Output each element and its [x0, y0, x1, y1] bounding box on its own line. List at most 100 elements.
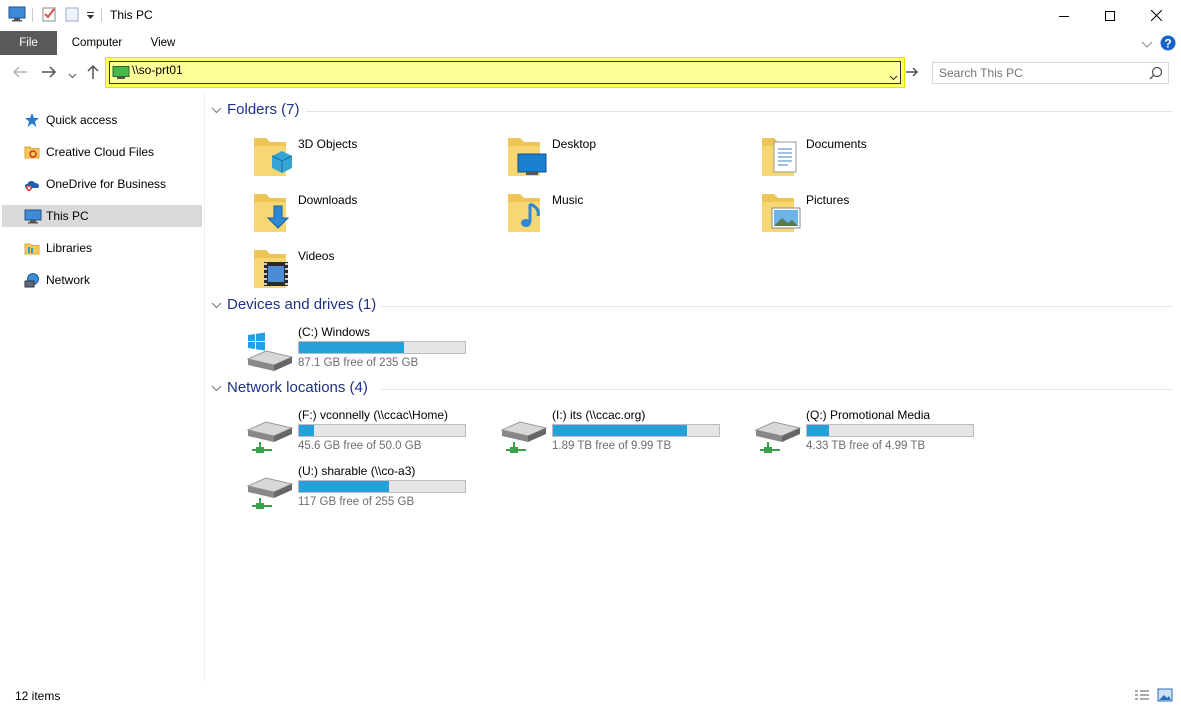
back-arrow-icon[interactable]: [12, 65, 28, 82]
group-divider: [381, 389, 1173, 390]
folder-label: Music: [552, 193, 584, 207]
drive-usage-bar: [552, 424, 720, 437]
drive-usage-bar: [298, 424, 466, 437]
folder-item-documents[interactable]: Documents: [760, 134, 1000, 184]
videos-folder-icon: [252, 246, 296, 294]
drive-label: (F:) vconnelly (\\ccac\Home): [298, 408, 449, 422]
tab-file[interactable]: File: [0, 31, 57, 55]
expand-ribbon-icon[interactable]: [1141, 38, 1153, 52]
documents-folder-icon: [760, 134, 804, 182]
drive-usage-bar: [298, 480, 466, 493]
drive-free-space: 87.1 GB free of 235 GB: [298, 357, 419, 369]
chevron-down-icon[interactable]: [211, 104, 222, 118]
group-title: Folders (7): [227, 101, 300, 118]
sidebar-item-label: This PC: [46, 209, 89, 223]
close-button[interactable]: [1133, 0, 1179, 31]
tab-computer[interactable]: Computer: [64, 31, 130, 55]
drive-free-space: 4.33 TB free of 4.99 TB: [806, 440, 926, 452]
network-drive-item-q[interactable]: (Q:) Promotional Media 4.33 TB free of 4…: [754, 408, 994, 458]
drive-usage-bar: [806, 424, 974, 437]
search-input[interactable]: [939, 65, 1139, 81]
folder-item-3d-objects[interactable]: 3D Objects: [252, 134, 492, 184]
address-dropdown-chevron-icon[interactable]: [889, 70, 898, 84]
search-icon[interactable]: [1149, 66, 1163, 83]
divider: [32, 8, 33, 22]
folder-label: Videos: [298, 249, 335, 263]
onedrive-icon: [24, 176, 40, 192]
drive-free-space: 45.6 GB free of 50.0 GB: [298, 440, 422, 452]
network-drive-icon: [754, 414, 802, 454]
folder-item-desktop[interactable]: Desktop: [506, 134, 746, 184]
folder-label: Desktop: [552, 137, 597, 151]
address-input[interactable]: \\so-prt01: [132, 63, 183, 77]
divider: [101, 8, 102, 22]
chevron-down-icon[interactable]: [211, 299, 222, 313]
window-title: This PC: [110, 8, 153, 22]
group-divider: [306, 111, 1173, 112]
title-bar: This PC: [0, 0, 1181, 31]
customize-quick-access-icon[interactable]: [86, 10, 95, 24]
drive-label: (U:) sharable (\\co-a3): [298, 464, 416, 478]
folder-label: Pictures: [806, 193, 850, 207]
network-drive-item-f[interactable]: (F:) vconnelly (\\ccac\Home) 45.6 GB fre…: [246, 408, 486, 458]
minimize-button[interactable]: [1041, 0, 1087, 31]
sidebar-item-libraries[interactable]: Libraries: [2, 237, 202, 259]
up-arrow-icon[interactable]: [86, 64, 100, 83]
drive-free-space: 117 GB free of 255 GB: [298, 496, 415, 508]
help-icon[interactable]: ?: [1160, 35, 1176, 54]
new-folder-icon[interactable]: [65, 6, 79, 25]
ribbon: File Computer View ?: [0, 31, 1181, 55]
sidebar-item-label: Quick access: [46, 113, 118, 127]
properties-icon[interactable]: [41, 6, 57, 25]
network-drive-item-u[interactable]: (U:) sharable (\\co-a3) 117 GB free of 2…: [246, 464, 486, 514]
computer-icon: [112, 66, 130, 83]
folder-item-pictures[interactable]: Pictures: [760, 190, 1000, 240]
sidebar-item-creative-cloud-files[interactable]: Creative Cloud Files: [2, 141, 202, 163]
folder-item-videos[interactable]: Videos: [252, 246, 492, 296]
group-header-devices-and-drives[interactable]: Devices and drives (1): [211, 296, 1173, 316]
group-title: Network locations (4): [227, 379, 368, 396]
drive-free-space: 1.89 TB free of 9.99 TB: [552, 440, 672, 452]
drive-label: (C:) Windows: [298, 325, 371, 339]
details-view-icon[interactable]: [1134, 689, 1150, 705]
network-drive-icon: [246, 470, 294, 510]
sidebar-item-quick-access[interactable]: Quick access: [2, 109, 202, 131]
network-drive-item-i[interactable]: (I:) its (\\ccac.org) 1.89 TB free of 9.…: [500, 408, 740, 458]
network-icon: [24, 272, 40, 288]
pictures-folder-icon: [760, 190, 804, 238]
network-drive-icon: [246, 414, 294, 454]
chevron-down-icon[interactable]: [211, 382, 222, 396]
computer-icon: [24, 208, 42, 224]
address-bar[interactable]: \\so-prt01: [105, 57, 905, 88]
music-folder-icon: [506, 190, 550, 238]
sidebar-item-label: Libraries: [46, 241, 93, 255]
folder-label: Downloads: [298, 193, 358, 207]
sidebar-item-onedrive-for-business[interactable]: OneDrive for Business: [2, 173, 202, 195]
group-header-network-locations[interactable]: Network locations (4): [211, 379, 1173, 399]
large-icons-view-icon[interactable]: [1157, 688, 1173, 705]
sidebar-item-this-pc[interactable]: This PC: [2, 205, 202, 227]
creative-cloud-folder-icon: [24, 144, 40, 160]
drive-label: (Q:) Promotional Media: [806, 408, 931, 422]
group-divider: [381, 306, 1173, 307]
folder-item-music[interactable]: Music: [506, 190, 746, 240]
folder-item-downloads[interactable]: Downloads: [252, 190, 492, 240]
recent-locations-chevron-icon[interactable]: [68, 68, 77, 82]
drive-label: (I:) its (\\ccac.org): [552, 408, 646, 422]
sidebar-item-network[interactable]: Network: [2, 269, 202, 291]
computer-icon[interactable]: [8, 6, 26, 25]
navigation-pane: Quick access Creative Cloud Files OneDri…: [0, 92, 205, 682]
search-box[interactable]: [932, 62, 1169, 84]
drive-item-c[interactable]: (C:) Windows 87.1 GB free of 235 GB: [246, 325, 486, 375]
tab-view[interactable]: View: [140, 31, 186, 55]
libraries-icon: [24, 240, 40, 256]
maximize-button[interactable]: [1087, 0, 1133, 31]
item-count: 12 items: [15, 689, 61, 703]
forward-arrow-icon[interactable]: [41, 65, 57, 82]
group-header-folders[interactable]: Folders (7): [211, 101, 1173, 121]
3d-objects-folder-icon: [252, 134, 296, 182]
desktop-folder-icon: [506, 134, 550, 182]
folder-label: 3D Objects: [298, 137, 358, 151]
downloads-folder-icon: [252, 190, 296, 238]
go-arrow-icon[interactable]: [905, 66, 919, 81]
